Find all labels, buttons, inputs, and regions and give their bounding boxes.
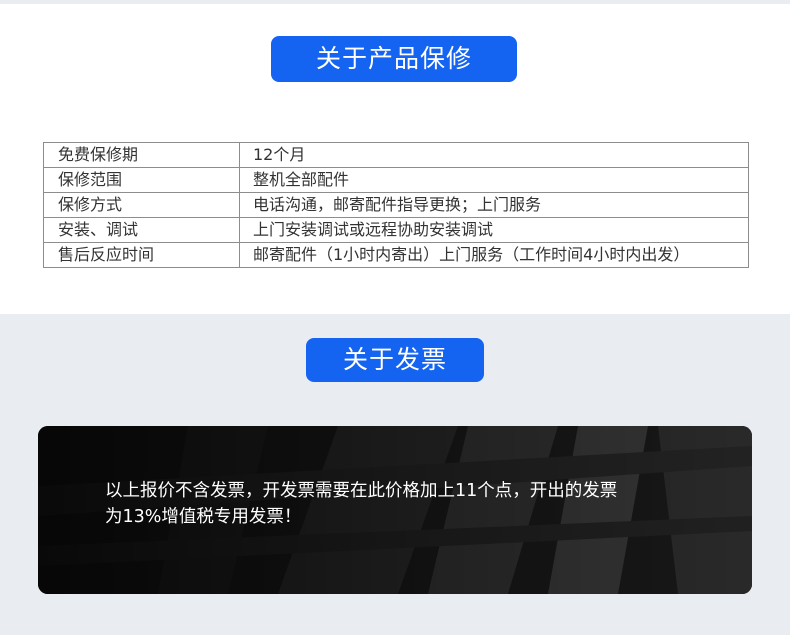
table-row: 售后反应时间 邮寄配件（1小时内寄出）上门服务（工作时间4小时内出发）: [43, 242, 749, 268]
row-label: 售后反应时间: [43, 242, 240, 268]
invoice-note-line-2: 为13%增值税专用发票！: [105, 507, 302, 527]
warranty-table: 免费保修期 12个月 保修范围 整机全部配件 保修方式 电话沟通，邮寄配件指导更…: [43, 142, 749, 268]
warranty-section: 关于产品保修 免费保修期 12个月 保修范围 整机全部配件 保修方式 电话沟通，…: [0, 4, 790, 314]
row-value: 上门安装调试或远程协助安装调试: [239, 217, 749, 243]
row-value: 12个月: [239, 142, 749, 168]
row-value: 整机全部配件: [239, 167, 749, 193]
table-row: 免费保修期 12个月: [43, 142, 749, 168]
invoice-title-badge: 关于发票: [306, 338, 484, 382]
invoice-info-card: 以上报价不含发票，开发票需要在此价格加上11个点，开出的发票 为13%增值税专用…: [38, 426, 752, 594]
table-row: 安装、调试 上门安装调试或远程协助安装调试: [43, 217, 749, 243]
row-label: 保修方式: [43, 192, 240, 218]
invoice-note: 以上报价不含发票，开发票需要在此价格加上11个点，开出的发票 为13%增值税专用…: [105, 478, 725, 530]
warranty-title-badge: 关于产品保修: [271, 36, 517, 82]
row-label: 安装、调试: [43, 217, 240, 243]
table-row: 保修范围 整机全部配件: [43, 167, 749, 193]
row-label: 免费保修期: [43, 142, 240, 168]
invoice-note-line-1: 以上报价不含发票，开发票需要在此价格加上11个点，开出的发票: [105, 481, 618, 501]
row-value: 电话沟通，邮寄配件指导更换；上门服务: [239, 192, 749, 218]
row-label: 保修范围: [43, 167, 240, 193]
table-row: 保修方式 电话沟通，邮寄配件指导更换；上门服务: [43, 192, 749, 218]
row-value: 邮寄配件（1小时内寄出）上门服务（工作时间4小时内出发）: [239, 242, 749, 268]
